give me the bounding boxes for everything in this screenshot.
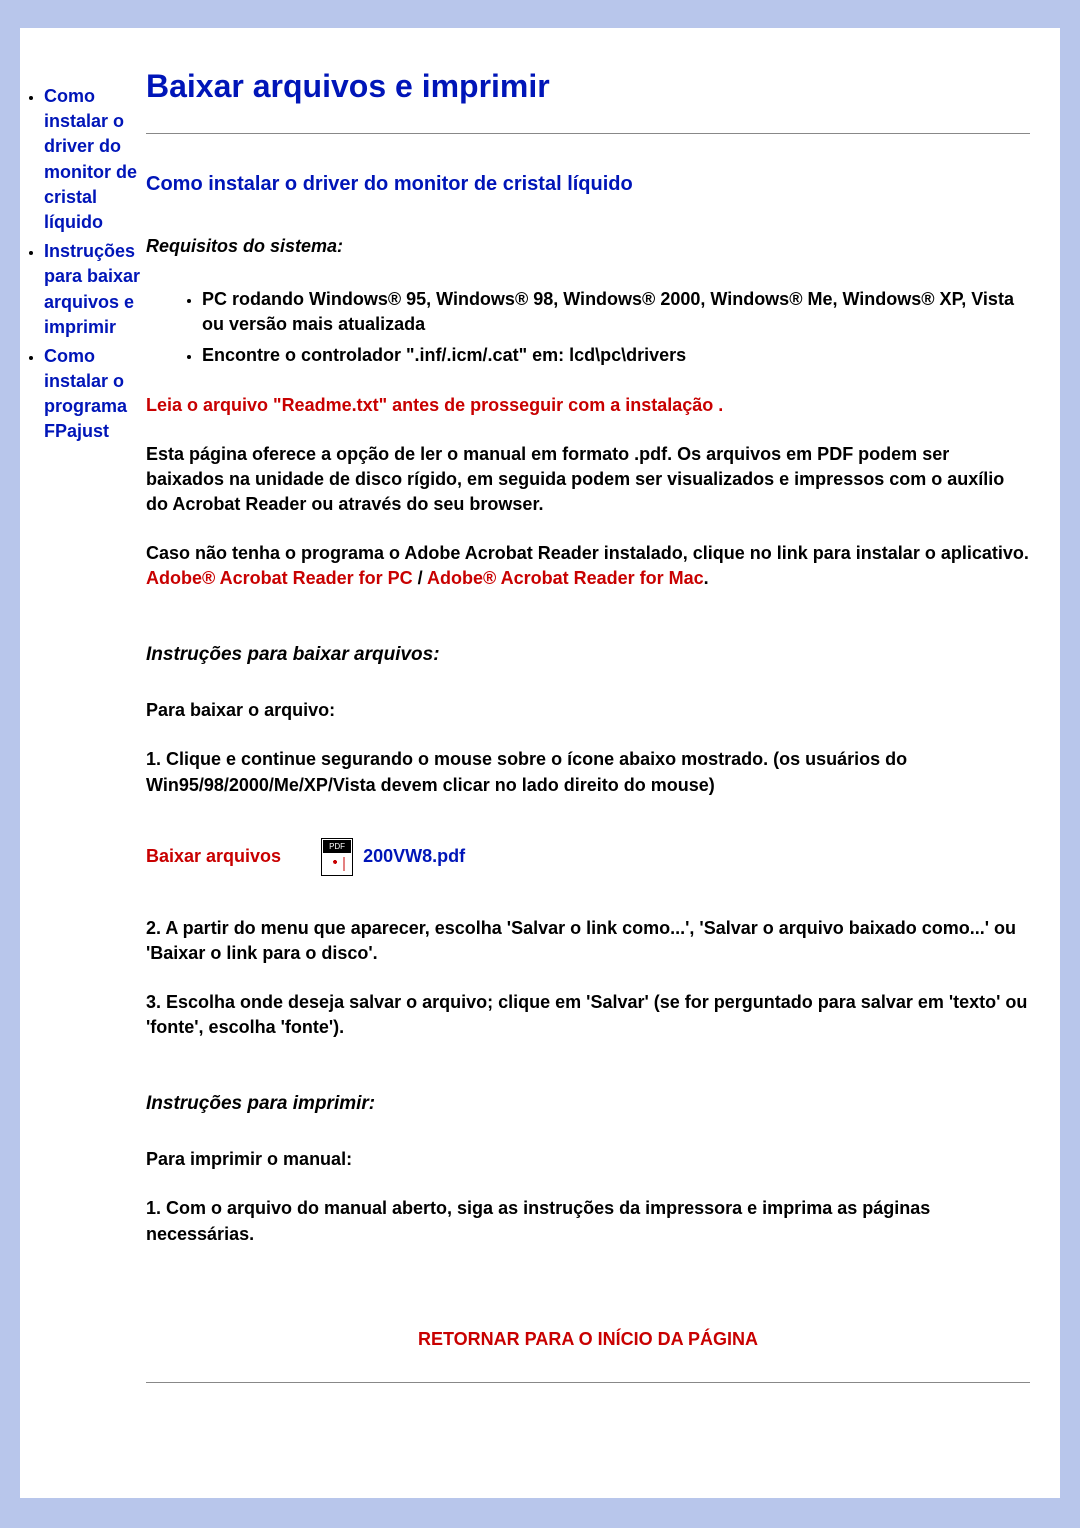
separator: / (413, 568, 427, 588)
return-to-top-link[interactable]: RETORNAR PARA O INÍCIO DA PÁGINA (146, 1327, 1030, 1352)
sidebar-nav: Como instalar o driver do monitor de cri… (20, 28, 146, 1498)
download-sublabel: Para baixar o arquivo: (146, 698, 1030, 723)
sidebar-item-fpajust[interactable]: Como instalar o programa FPajust (44, 344, 146, 445)
download-row: Baixar arquivos 200VW8.pdf (146, 838, 1030, 876)
acrobat-intro-text: Caso não tenha o programa o Adobe Acroba… (146, 543, 1029, 563)
section-heading-driver: Como instalar o driver do monitor de cri… (146, 170, 1030, 198)
list-item: Encontre o controlador ".inf/.icm/.cat" … (202, 343, 1030, 368)
sidebar-item-download[interactable]: Instruções para baixar arquivos e imprim… (44, 239, 146, 340)
pdf-download-link[interactable]: 200VW8.pdf (363, 844, 465, 869)
download-step-1: 1. Clique e continue segurando o mouse s… (146, 747, 1030, 797)
print-step-1: 1. Com o arquivo do manual aberto, siga … (146, 1196, 1030, 1246)
sidebar-item-driver[interactable]: Como instalar o driver do monitor de cri… (44, 84, 146, 235)
list-item: PC rodando Windows® 95, Windows® 98, Win… (202, 287, 1030, 337)
download-heading: Instruções para baixar arquivos: (146, 642, 1030, 669)
document-page: Como instalar o driver do monitor de cri… (20, 28, 1060, 1498)
acrobat-pc-link[interactable]: Adobe® Acrobat Reader for PC (146, 568, 413, 588)
download-step-2: 2. A partir do menu que aparecer, escolh… (146, 916, 1030, 966)
acrobat-mac-link[interactable]: Adobe® Acrobat Reader for Mac (427, 568, 704, 588)
acrobat-paragraph: Caso não tenha o programa o Adobe Acroba… (146, 541, 1030, 591)
pdf-intro-text: Esta página oferece a opção de ler o man… (146, 442, 1030, 518)
period: . (704, 568, 709, 588)
download-step-3: 3. Escolha onde deseja salvar o arquivo;… (146, 990, 1030, 1040)
divider-bottom (146, 1382, 1030, 1383)
requirements-list: PC rodando Windows® 95, Windows® 98, Win… (146, 287, 1030, 369)
divider (146, 133, 1030, 134)
main-content: Baixar arquivos e imprimir Como instalar… (146, 28, 1060, 1498)
print-sublabel: Para imprimir o manual: (146, 1147, 1030, 1172)
download-files-label: Baixar arquivos (146, 845, 281, 868)
print-heading: Instruções para imprimir: (146, 1091, 1030, 1118)
requirements-label: Requisitos do sistema: (146, 234, 1030, 259)
page-title: Baixar arquivos e imprimir (146, 64, 1030, 109)
pdf-file-icon[interactable] (321, 838, 353, 876)
readme-warning: Leia o arquivo "Readme.txt" antes de pro… (146, 393, 1030, 418)
